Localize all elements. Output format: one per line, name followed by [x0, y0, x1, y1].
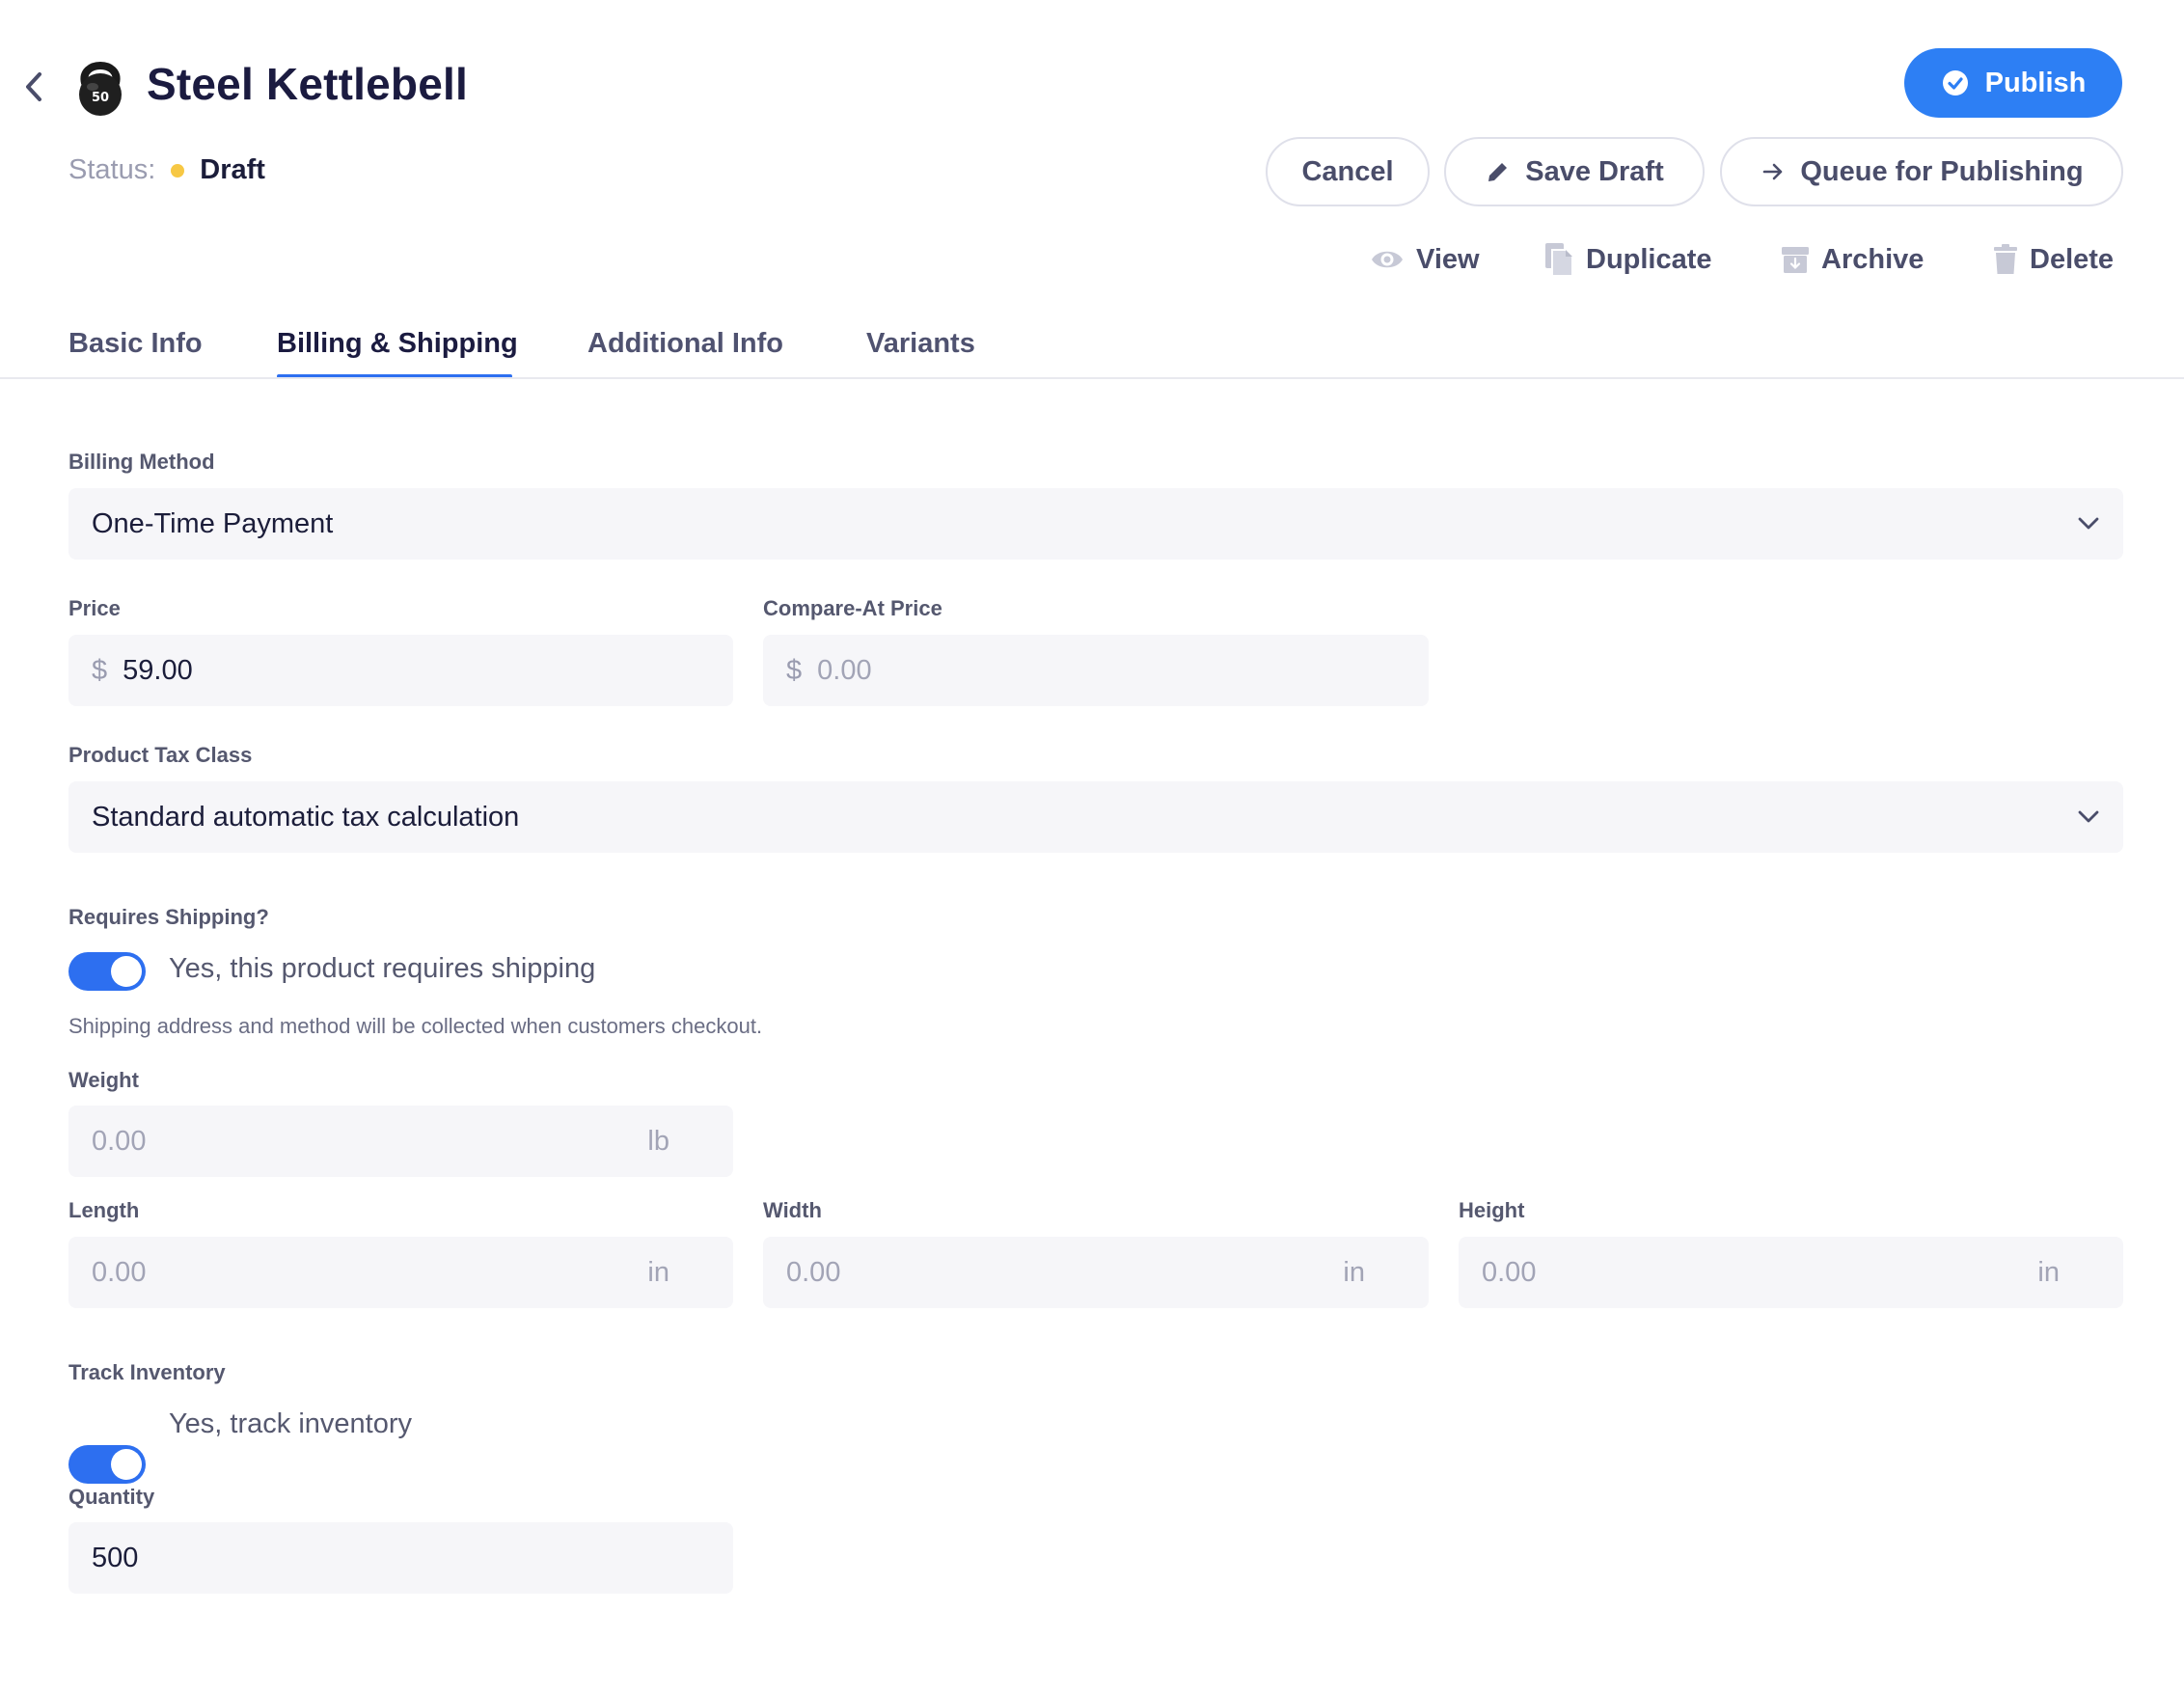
copy-icon — [1545, 243, 1573, 277]
length-placeholder: 0.00 — [92, 1256, 147, 1288]
compare-at-price-label: Compare-At Price — [763, 596, 942, 620]
track-inventory-toggle[interactable] — [68, 1445, 146, 1484]
tax-class-select[interactable]: Standard automatic tax calculation — [68, 781, 2123, 853]
chevron-down-icon — [2078, 517, 2099, 530]
width-input[interactable]: 0.00 in — [763, 1237, 1429, 1308]
kettlebell-badge: 50 — [92, 91, 109, 105]
eye-icon — [1372, 251, 1403, 268]
price-label: Price — [68, 596, 121, 620]
save-draft-button[interactable]: Save Draft — [1444, 137, 1705, 206]
back-button[interactable] — [17, 66, 50, 108]
billing-method-value: One-Time Payment — [92, 507, 334, 539]
billing-method-select[interactable]: One-Time Payment — [68, 488, 2123, 560]
delete-link[interactable]: Delete — [1993, 235, 2114, 284]
archive-link[interactable]: Archive — [1781, 235, 1924, 284]
view-label: View — [1416, 243, 1480, 275]
weight-unit: lb — [647, 1125, 669, 1157]
publish-button[interactable]: Publish — [1904, 48, 2122, 118]
length-input[interactable]: 0.00 in — [68, 1237, 733, 1308]
duplicate-link[interactable]: Duplicate — [1543, 235, 1712, 284]
status-label: Status: — [68, 154, 156, 185]
quantity-label: Quantity — [68, 1485, 155, 1509]
requires-shipping-toggle-label: Yes, this product requires shipping — [169, 953, 596, 984]
currency-symbol: $ — [786, 654, 803, 686]
tab-additional-info[interactable]: Additional Info — [587, 328, 783, 380]
tab-basic-info[interactable]: Basic Info — [68, 328, 203, 380]
toggle-knob — [111, 1449, 142, 1480]
requires-shipping-toggle[interactable] — [68, 952, 146, 991]
compare-at-price-placeholder: 0.00 — [817, 654, 872, 686]
status-row: Status: Draft — [68, 154, 265, 186]
archive-label: Archive — [1821, 243, 1925, 275]
pencil-icon — [1488, 160, 1510, 181]
length-label: Length — [68, 1198, 140, 1222]
queue-label: Queue for Publishing — [1800, 155, 2084, 187]
duplicate-label: Duplicate — [1586, 243, 1712, 275]
length-unit: in — [647, 1256, 669, 1288]
price-input[interactable]: $ 59.00 — [68, 635, 733, 706]
width-placeholder: 0.00 — [786, 1256, 841, 1288]
quantity-value: 500 — [92, 1542, 139, 1573]
cancel-button[interactable]: Cancel — [1266, 137, 1430, 206]
tax-class-label: Product Tax Class — [68, 743, 253, 767]
cancel-label: Cancel — [1301, 155, 1394, 187]
tab-divider — [0, 377, 2184, 379]
status-dot-icon — [171, 163, 185, 178]
arrow-right-icon — [1763, 163, 1783, 180]
weight-placeholder: 0.00 — [92, 1125, 147, 1157]
compare-at-price-input[interactable]: $ 0.00 — [763, 635, 1429, 706]
tax-class-value: Standard automatic tax calculation — [92, 801, 520, 833]
billing-method-label: Billing Method — [68, 450, 215, 474]
chevron-left-icon — [26, 72, 41, 101]
quantity-input[interactable]: 500 — [68, 1522, 733, 1594]
track-inventory-toggle-label: Yes, track inventory — [169, 1408, 412, 1439]
view-link[interactable]: View — [1370, 235, 1480, 284]
queue-for-publishing-button[interactable]: Queue for Publishing — [1720, 137, 2123, 206]
track-inventory-label: Track Inventory — [68, 1360, 226, 1384]
height-unit: in — [2037, 1256, 2060, 1288]
tab-billing-shipping[interactable]: Billing & Shipping — [277, 328, 518, 380]
requires-shipping-label: Requires Shipping? — [68, 905, 269, 929]
delete-label: Delete — [2030, 243, 2115, 275]
shipping-help-text: Shipping address and method will be coll… — [68, 1014, 763, 1038]
width-unit: in — [1343, 1256, 1365, 1288]
height-placeholder: 0.00 — [1482, 1256, 1537, 1288]
check-circle-icon — [1942, 70, 1968, 96]
toggle-knob — [111, 956, 142, 987]
tab-variants[interactable]: Variants — [866, 328, 975, 380]
weight-label: Weight — [68, 1068, 139, 1092]
kettlebell-icon: 50 — [71, 54, 129, 118]
save-draft-label: Save Draft — [1525, 155, 1664, 187]
width-label: Width — [763, 1198, 822, 1222]
height-label: Height — [1459, 1198, 1525, 1222]
publish-label: Publish — [1984, 67, 2087, 98]
chevron-down-icon — [2078, 810, 2099, 823]
trash-icon — [1994, 244, 2017, 274]
weight-input[interactable]: 0.00 lb — [68, 1106, 733, 1177]
page-title: Steel Kettlebell — [147, 59, 468, 109]
status-badge: Draft — [200, 154, 265, 185]
archive-icon — [1782, 247, 1809, 273]
price-value: 59.00 — [123, 654, 193, 686]
currency-symbol: $ — [92, 654, 108, 686]
height-input[interactable]: 0.00 in — [1459, 1237, 2123, 1308]
